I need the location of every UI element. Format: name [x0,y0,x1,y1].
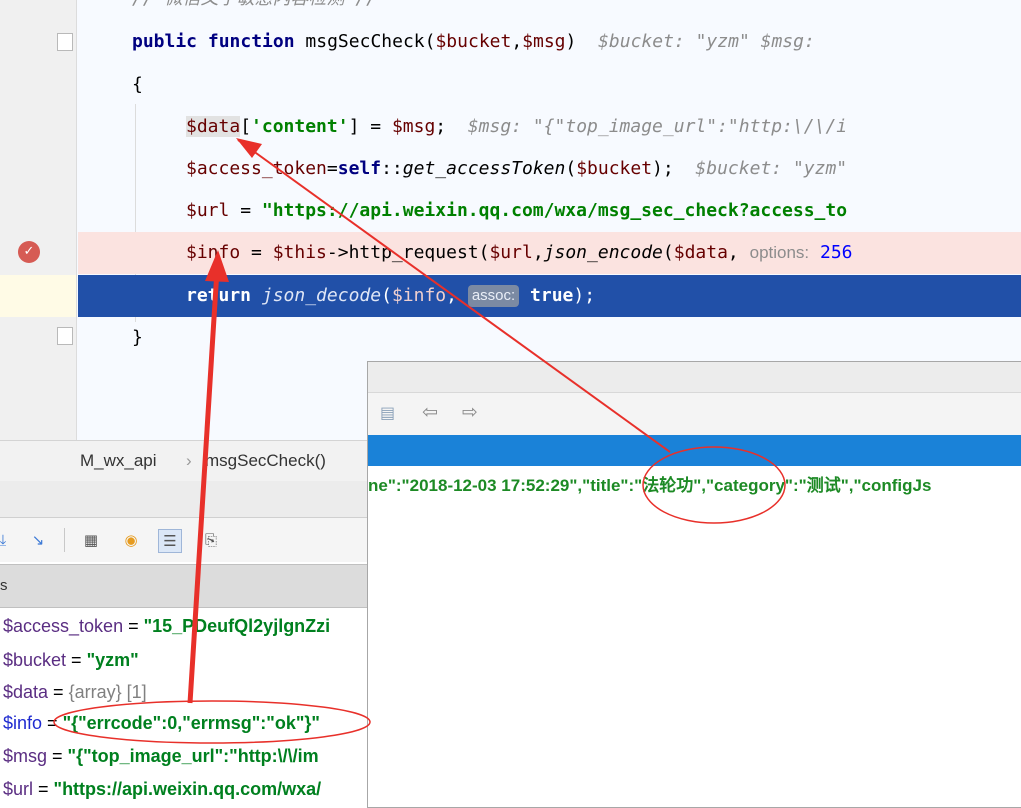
popup-json-text: ne":"2018-12-03 17:52:29","title":"法轮功",… [368,476,932,495]
fold-icon[interactable] [57,327,73,345]
inline-debug-hint: $msg: "{"top_image_url":"http:\/\/i [467,116,848,137]
variables-list[interactable]: $access_token = "15_PDeufQl2yjlgnZzi $bu… [0,608,370,800]
variable-row-info[interactable]: $info = "{"errcode":0,"errmsg":"ok"}" [3,708,320,739]
step-over-icon[interactable]: ⤓ [0,529,14,551]
parameter-hint: options: [749,243,810,262]
inline-debug-hint: $bucket: "yzm" [695,158,848,179]
breadcrumb-separator: › [186,451,192,470]
breadcrumb: M_wx_api › msgSecCheck() [0,440,370,481]
code-line-return-current[interactable]: return json_decode($info, assoc: true); [78,275,1021,317]
popup-title-bar[interactable] [368,362,1021,393]
calculator-icon[interactable]: ▦ [80,529,102,551]
code-line-brace-close[interactable]: } [78,317,1021,359]
variable-row[interactable]: $access_token = "15_PDeufQl2yjlgnZzi [3,611,330,642]
fold-icon[interactable] [57,33,73,51]
code-line-url[interactable]: $url = "https://api.weixin.qq.com/wxa/ms… [78,190,1021,232]
toolbar-divider [64,528,65,552]
code-line-brace-open[interactable]: { [78,64,1021,106]
code-line-signature[interactable]: public function msgSecCheck($bucket,$msg… [78,21,1021,63]
editor-gutter[interactable] [0,0,77,440]
variables-panel-label: s [0,577,8,594]
debug-toolbar: ⤓ ↘ ▦ ◉ ☰ ⎘ [0,518,370,562]
variable-row[interactable]: $msg = "{"top_image_url":"http:\/\/im [3,741,319,772]
inline-debug-hint: $bucket: "yzm" $msg: [598,31,815,52]
step-icon[interactable]: ↘ [27,529,49,551]
breadcrumb-class[interactable]: M_wx_api [80,441,157,481]
popup-toolbar: ▤ ⇦ ⇨ [368,393,1021,435]
breakpoint-icon[interactable]: ✓ [18,241,40,263]
breadcrumb-method[interactable]: msgSecCheck() [205,441,326,481]
variable-row[interactable]: $url = "https://api.weixin.qq.com/wxa/ [3,774,321,805]
execution-marker [0,275,76,317]
watch-icon[interactable]: ◉ [120,529,142,551]
back-arrow-icon[interactable]: ⇦ [422,401,438,423]
forward-arrow-icon[interactable]: ⇨ [462,401,478,423]
settings-icon[interactable]: ⎘ [200,529,222,551]
code-comment: // 微信文字敏感内容检测 // [78,0,1021,20]
code-line-data[interactable]: $data['content'] = $msg; $msg: "{"top_im… [78,106,1021,148]
code-line-info-breakpoint[interactable]: $info = $this->http_request($url,json_en… [78,232,1021,274]
variable-row[interactable]: $data = {array} [1] [3,677,147,708]
value-popup-window[interactable]: ▤ ⇦ ⇨ ne":"2018-12-03 17:52:29","title":… [367,361,1021,808]
variable-row[interactable]: $bucket = "yzm" [3,645,139,676]
code-line-access-token[interactable]: $access_token=self::get_accessToken($buc… [78,148,1021,190]
list-icon[interactable]: ☰ [158,529,182,553]
image-icon[interactable]: ▤ [380,403,395,422]
popup-json-title: 法轮功 [642,476,694,495]
variables-header: s [0,564,370,608]
popup-address-bar[interactable] [368,435,1021,466]
debug-panel-header [0,481,370,518]
parameter-hint: assoc: [467,285,520,307]
